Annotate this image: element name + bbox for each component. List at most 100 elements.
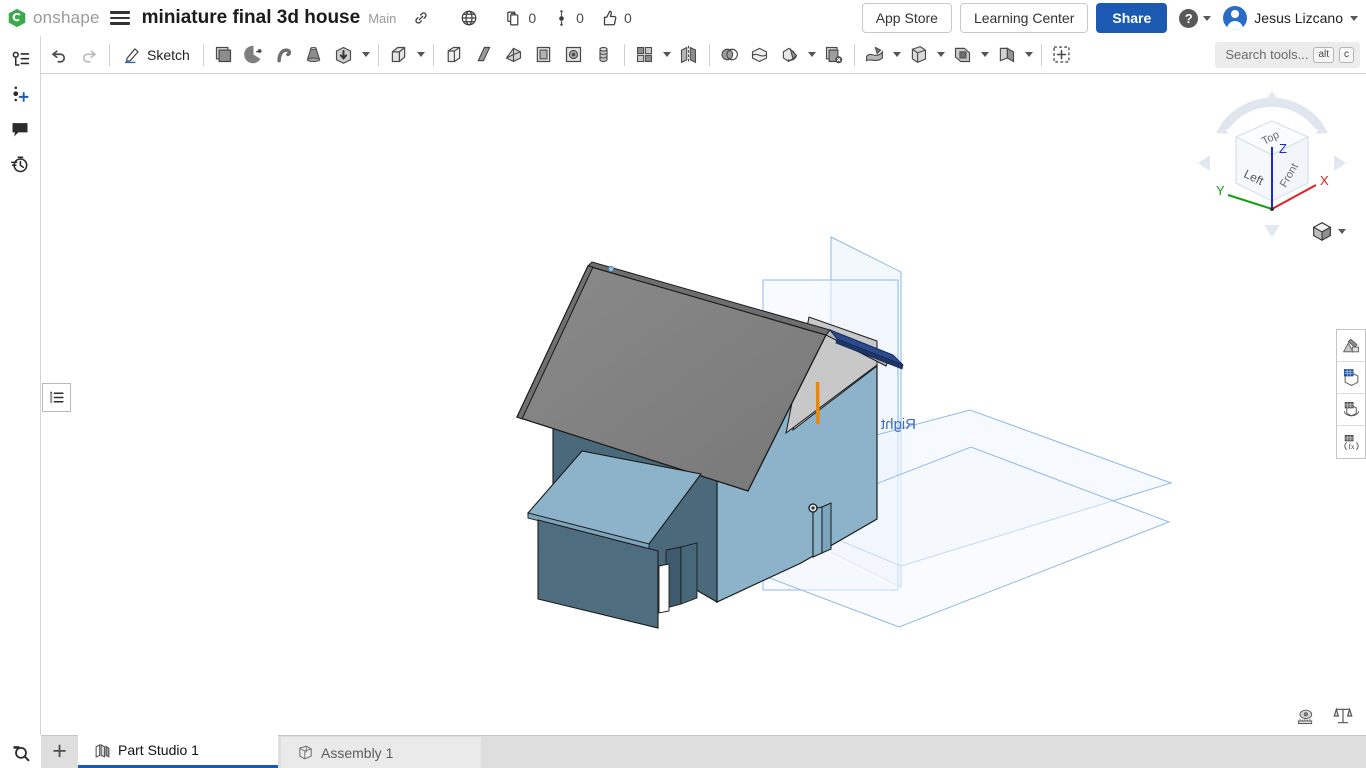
chevron-down-icon: [1203, 16, 1211, 21]
svg-text:fx: fx: [1348, 442, 1354, 450]
search-tools-box[interactable]: Search tools... alt c: [1215, 42, 1360, 68]
nav-arrow-right-icon: [1334, 155, 1346, 171]
copies-icon: [500, 5, 526, 31]
part-studio-icon: [94, 742, 111, 759]
tab-part-studio-1[interactable]: Part Studio 1: [78, 735, 278, 768]
thumbs-up-icon: [596, 5, 622, 31]
feature-list-icon[interactable]: [5, 44, 35, 74]
draft-tool[interactable]: [860, 39, 890, 71]
svg-text:X: X: [1320, 173, 1329, 188]
sheet-metal-tool[interactable]: [992, 39, 1022, 71]
avatar: [1223, 6, 1247, 30]
copies-counter[interactable]: 0: [500, 5, 540, 31]
add-insert-icon[interactable]: [5, 79, 35, 109]
hole-tool[interactable]: [559, 39, 589, 71]
house-3d-model[interactable]: Right: [41, 77, 1366, 735]
delete-face-tool[interactable]: [819, 39, 849, 71]
thicken-tool[interactable]: [529, 39, 559, 71]
likes-count: 0: [624, 10, 632, 26]
nav-arrow-down-icon: [1264, 225, 1280, 237]
transform-tool[interactable]: [775, 39, 805, 71]
help-menu[interactable]: ?: [1179, 9, 1211, 28]
shell-dropdown[interactable]: [934, 39, 948, 71]
enclose-tool[interactable]: [948, 39, 978, 71]
tab-assembly-1[interactable]: Assembly 1: [281, 737, 481, 768]
revolve-tool[interactable]: [439, 39, 469, 71]
sheet-metal-dropdown[interactable]: [1022, 39, 1036, 71]
svg-text:Z: Z: [1279, 141, 1287, 156]
likes-counter[interactable]: 0: [596, 5, 636, 31]
globe-public-icon[interactable]: [456, 5, 482, 31]
plane-tool[interactable]: [209, 39, 239, 71]
tab-label: Assembly 1: [321, 745, 393, 761]
shortcut-key-c: c: [1339, 47, 1354, 63]
nav-arrow-up-icon: [1264, 91, 1280, 103]
magnifier-document-icon[interactable]: [0, 735, 41, 768]
user-name: Jesus Lizcano: [1254, 10, 1343, 26]
enclose-dropdown[interactable]: [978, 39, 992, 71]
draft-dropdown[interactable]: [890, 39, 904, 71]
canvas-right-toolbar: fx: [1336, 329, 1366, 459]
hamburger-menu-icon[interactable]: [110, 7, 132, 29]
search-input[interactable]: Search tools...: [1225, 47, 1308, 62]
main-toolbar: Sketch: [0, 36, 1366, 74]
loft-tool[interactable]: [499, 39, 529, 71]
scales-balance-icon: [1333, 706, 1353, 726]
chevron-down-icon: [1350, 16, 1358, 21]
helix-tool[interactable]: [269, 39, 299, 71]
onshape-logo-icon: [6, 7, 28, 29]
versions-count: 0: [576, 10, 584, 26]
render-studio-tool[interactable]: [1337, 362, 1365, 394]
import-derive-tool[interactable]: [329, 39, 359, 71]
curve-tool[interactable]: [299, 39, 329, 71]
brand-name: onshape: [33, 8, 100, 28]
assembly-icon: [297, 744, 314, 761]
transform-dropdown[interactable]: [805, 39, 819, 71]
boolean-tool[interactable]: [715, 39, 745, 71]
share-button[interactable]: Share: [1096, 3, 1167, 33]
insert-part-tool[interactable]: [1047, 39, 1077, 71]
svg-text:Y: Y: [1216, 183, 1225, 198]
shell-tool[interactable]: [904, 39, 934, 71]
page-title: miniature final 3d house: [142, 7, 361, 29]
learning-center-button[interactable]: Learning Center: [960, 3, 1088, 33]
brand-logo[interactable]: onshape: [6, 7, 100, 29]
redo-arrow-icon[interactable]: [74, 39, 104, 71]
sketch-label: Sketch: [147, 47, 190, 63]
section-view-tool[interactable]: [1337, 394, 1365, 426]
add-tab-button[interactable]: +: [41, 735, 78, 768]
sketch-pencil-icon: [123, 45, 142, 64]
sketch-entities-tool[interactable]: [239, 39, 269, 71]
extrude-tool[interactable]: [384, 39, 414, 71]
section-rotate-icon: [1342, 400, 1361, 419]
sweep-tool[interactable]: [469, 39, 499, 71]
branch-label: Main: [368, 11, 396, 26]
shortcut-key-alt: alt: [1313, 47, 1334, 63]
measure-tool[interactable]: [1294, 705, 1316, 727]
graphics-canvas[interactable]: Right Top Left Front Z X: [41, 77, 1366, 735]
mass-properties-tool[interactable]: [1332, 705, 1354, 727]
comments-icon[interactable]: [5, 114, 35, 144]
link-icon[interactable]: [408, 5, 434, 31]
app-store-button[interactable]: App Store: [862, 3, 952, 33]
sketch-button[interactable]: Sketch: [115, 39, 198, 71]
canvas-bottom-tools: [1294, 705, 1354, 727]
mirror-tool[interactable]: [674, 39, 704, 71]
import-derive-dropdown[interactable]: [359, 39, 373, 71]
split-tool[interactable]: [745, 39, 775, 71]
pattern-dropdown[interactable]: [660, 39, 674, 71]
top-header-bar: onshape miniature final 3d house Main 0: [0, 0, 1366, 36]
rib-tool[interactable]: [589, 39, 619, 71]
variable-fx-icon: fx: [1342, 433, 1361, 452]
appearance-tool[interactable]: [1337, 330, 1365, 362]
pattern-tool[interactable]: [630, 39, 660, 71]
variable-studio-tool[interactable]: fx: [1337, 426, 1365, 458]
undo-arrow-icon[interactable]: [44, 39, 74, 71]
versions-counter[interactable]: 0: [548, 5, 588, 31]
user-menu[interactable]: Jesus Lizcano: [1223, 6, 1358, 30]
history-icon[interactable]: [5, 149, 35, 179]
copies-count: 0: [528, 10, 536, 26]
display-style-selector[interactable]: [1311, 220, 1346, 242]
extrude-dropdown[interactable]: [414, 39, 428, 71]
appearance-paint-icon: [1342, 336, 1361, 355]
